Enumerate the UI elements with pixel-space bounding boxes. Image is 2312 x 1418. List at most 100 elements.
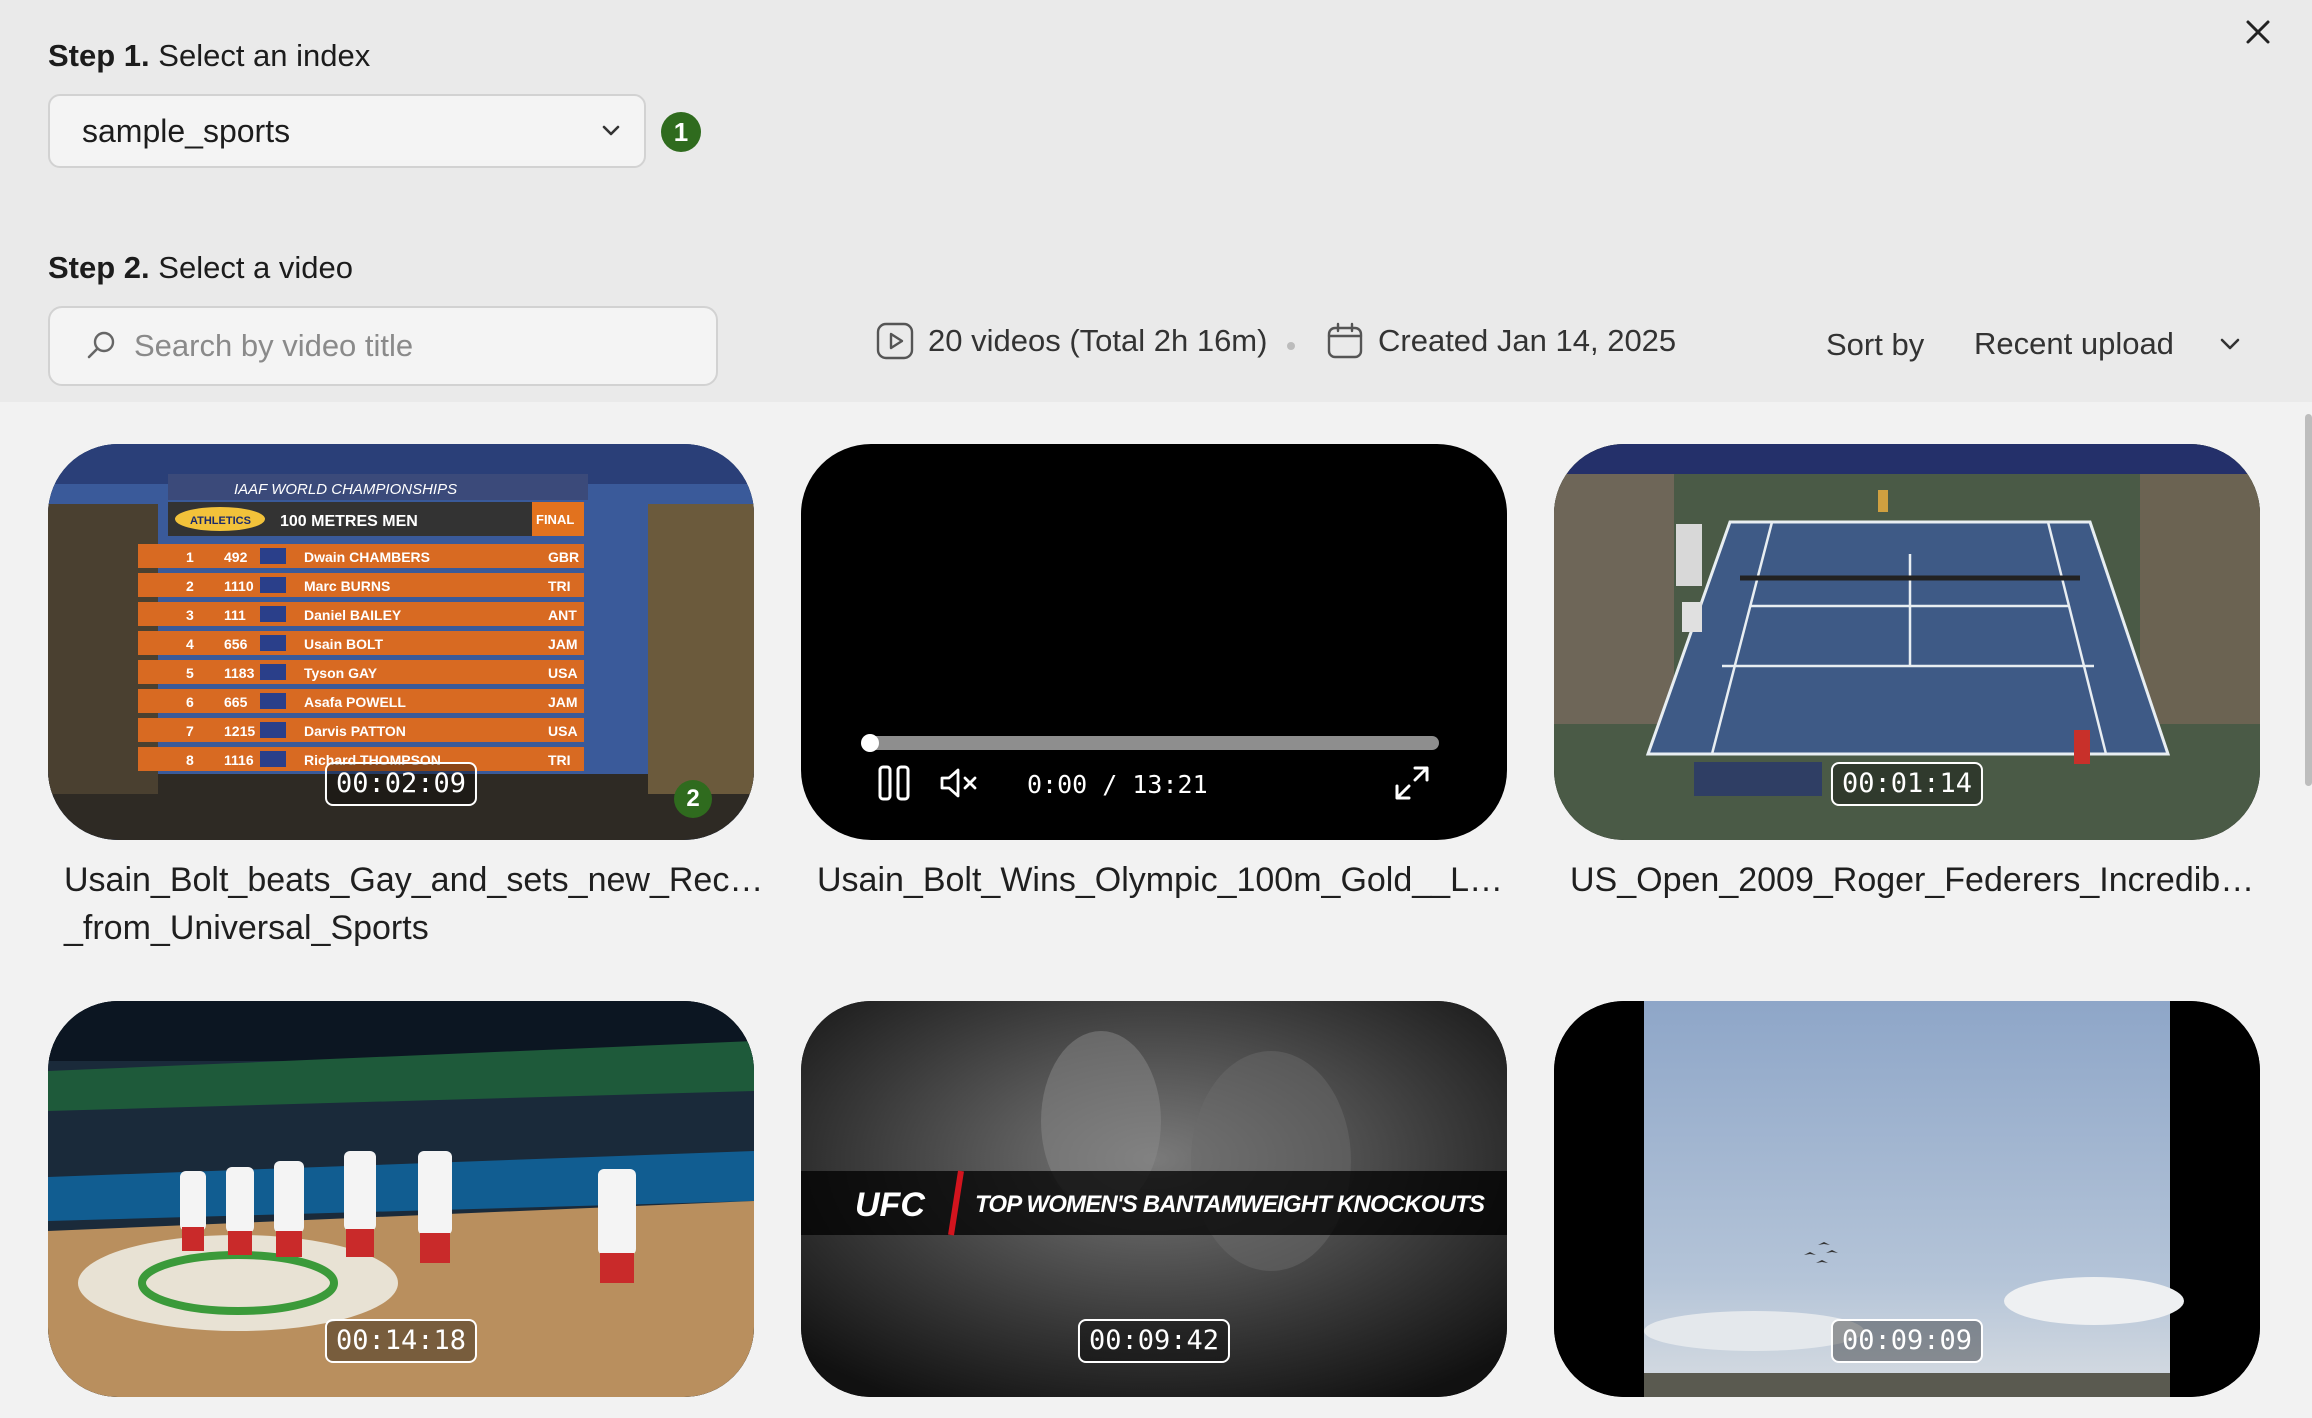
- progress-handle[interactable]: [861, 734, 879, 752]
- pause-icon[interactable]: [877, 764, 911, 802]
- close-button[interactable]: [2238, 12, 2278, 52]
- scoreboard-athlete: Daniel BAILEY: [304, 607, 402, 623]
- player-current-time: 0:00: [1027, 770, 1088, 799]
- scoreboard-athlete: Asafa POWELL: [304, 694, 406, 710]
- video-count-text: 20 videos (Total 2h 16m): [928, 323, 1268, 358]
- duration-label: 00:02:09: [324, 762, 478, 806]
- duration-label: 00:09:09: [1830, 1319, 1984, 1363]
- step-badge: 1: [661, 112, 701, 152]
- scoreboard-athlete: Darvis PATTON: [304, 723, 406, 739]
- scoreboard-position: 7: [186, 723, 194, 739]
- scoreboard-bib: 665: [224, 694, 248, 710]
- scoreboard-position: 2: [186, 578, 194, 594]
- step1-number: Step 1.: [48, 38, 150, 73]
- close-icon: [2246, 20, 2270, 44]
- duration-label: 00:09:42: [1077, 1319, 1231, 1363]
- flag-icon: [260, 606, 286, 622]
- video-card[interactable]: UFC TOP WOMEN'S BANTAMWEIGHT KNOCKOUTS 0…: [801, 1001, 1507, 1413]
- search-box[interactable]: [48, 306, 718, 386]
- scoreboard-bib: 656: [224, 636, 248, 652]
- index-select[interactable]: sample_sports: [48, 94, 646, 168]
- video-thumbnail[interactable]: 00:09:09: [1554, 1001, 2260, 1397]
- duration-label: 00:14:18: [324, 1319, 478, 1363]
- scoreboard-bib: 492: [224, 549, 248, 565]
- flag-icon: [260, 548, 286, 564]
- scoreboard-nation: USA: [548, 665, 578, 681]
- video-card[interactable]: IAAF WORLD CHAMPIONSHIPS ATHLETICS 100 M…: [48, 444, 764, 952]
- video-card[interactable]: 00:14:18: [48, 1001, 754, 1413]
- scoreboard-bib: 111: [224, 607, 246, 623]
- progress-bar[interactable]: [865, 736, 1439, 750]
- scrollbar-thumb[interactable]: [2305, 414, 2312, 786]
- fullscreen-icon[interactable]: [1393, 764, 1431, 802]
- scoreboard-athlete: Marc BURNS: [304, 578, 390, 594]
- ufc-logo-text: UFC: [855, 1186, 925, 1224]
- scoreboard-position: 3: [186, 607, 194, 623]
- play-icon: [876, 322, 914, 360]
- video-card[interactable]: 00:09:09: [1554, 1001, 2260, 1413]
- scoreboard-event: 100 METRES MEN: [280, 513, 418, 530]
- flag-icon: [260, 635, 286, 651]
- video-title: Usain_Bolt_Wins_Olympic_100m_Gold__L…: [817, 861, 1503, 899]
- scoreboard-position: 4: [186, 636, 194, 652]
- scoreboard-brand: ATHLETICS: [190, 515, 251, 527]
- video-card[interactable]: 0:00 / 13:21 Usain_Bolt_Wins_Olympic_100…: [801, 444, 1507, 904]
- player-time: 0:00 / 13:21: [1027, 770, 1208, 799]
- scoreboard-bib: 1183: [224, 665, 255, 681]
- scoreboard-nation: TRI: [548, 752, 571, 768]
- scoreboard-round: FINAL: [536, 512, 574, 527]
- player-total-time: 13:21: [1132, 770, 1208, 799]
- scoreboard-bib: 1215: [224, 723, 255, 739]
- video-player[interactable]: 0:00 / 13:21: [801, 444, 1507, 840]
- calendar-icon: [1327, 322, 1363, 359]
- step2-text: Select a video: [158, 250, 354, 285]
- created-date-text: Created Jan 14, 2025: [1378, 323, 1677, 358]
- sort-select[interactable]: Recent upload: [1974, 317, 2244, 371]
- video-title: US_Open_2009_Roger_Federers_Incredib…: [1570, 861, 2255, 899]
- chevron-down-icon: [602, 125, 620, 136]
- scoreboard-athlete: Dwain CHAMBERS: [304, 549, 430, 565]
- ufc-overlay-text: TOP WOMEN'S BANTAMWEIGHT KNOCKOUTS: [975, 1191, 1485, 1218]
- scoreboard-athlete: Usain BOLT: [304, 636, 384, 652]
- video-thumbnail[interactable]: UFC TOP WOMEN'S BANTAMWEIGHT KNOCKOUTS 0…: [801, 1001, 1507, 1397]
- scoreboard-nation: USA: [548, 723, 578, 739]
- duration-label: 00:01:14: [1830, 762, 1984, 806]
- flag-icon: [260, 693, 286, 709]
- separator-dot: [1287, 342, 1295, 350]
- scoreboard-header: IAAF WORLD CHAMPIONSHIPS: [234, 481, 457, 498]
- scoreboard-nation: JAM: [548, 694, 578, 710]
- video-thumbnail[interactable]: 00:01:14: [1554, 444, 2260, 840]
- search-input[interactable]: [132, 327, 696, 365]
- scoreboard-nation: TRI: [548, 578, 571, 594]
- step2-heading: Step 2. Select a video: [48, 250, 353, 286]
- flag-icon: [260, 751, 286, 767]
- scoreboard-athlete: Tyson GAY: [304, 665, 378, 681]
- search-icon: [87, 331, 115, 359]
- video-card[interactable]: 00:01:14 US_Open_2009_Roger_Federers_Inc…: [1554, 444, 2260, 904]
- flag-icon: [260, 664, 286, 680]
- scoreboard-position: 6: [186, 694, 194, 710]
- scoreboard-nation: ANT: [548, 607, 577, 623]
- scoreboard-nation: GBR: [548, 549, 579, 565]
- video-title: Usain_Bolt_beats_Gay_and_sets_new_Rec… _…: [64, 861, 764, 947]
- mute-icon[interactable]: [939, 766, 979, 800]
- scoreboard-nation: JAM: [548, 636, 578, 652]
- flag-icon: [260, 577, 286, 593]
- scoreboard-position: 5: [186, 665, 194, 681]
- step2-number: Step 2.: [48, 250, 150, 285]
- video-count: 20 videos (Total 2h 16m): [876, 322, 1267, 360]
- scoreboard-position: 8: [186, 752, 194, 768]
- sort-label: Sort by: [1826, 327, 1925, 362]
- video-thumbnail[interactable]: IAAF WORLD CHAMPIONSHIPS ATHLETICS 100 M…: [48, 444, 754, 840]
- video-thumbnail[interactable]: 00:14:18: [48, 1001, 754, 1397]
- scoreboard-bib: 1110: [224, 578, 254, 594]
- index-select-value: sample_sports: [82, 112, 291, 149]
- scoreboard-position: 1: [186, 549, 194, 565]
- chevron-down-icon: [2220, 338, 2240, 350]
- step1-text: Select an index: [158, 38, 371, 73]
- flag-icon: [260, 722, 286, 738]
- sort-value: Recent upload: [1974, 326, 2174, 361]
- step1-heading: Step 1. Select an index: [48, 38, 370, 74]
- created-date: Created Jan 14, 2025: [1326, 322, 1676, 360]
- scoreboard-bib: 1116: [224, 752, 254, 768]
